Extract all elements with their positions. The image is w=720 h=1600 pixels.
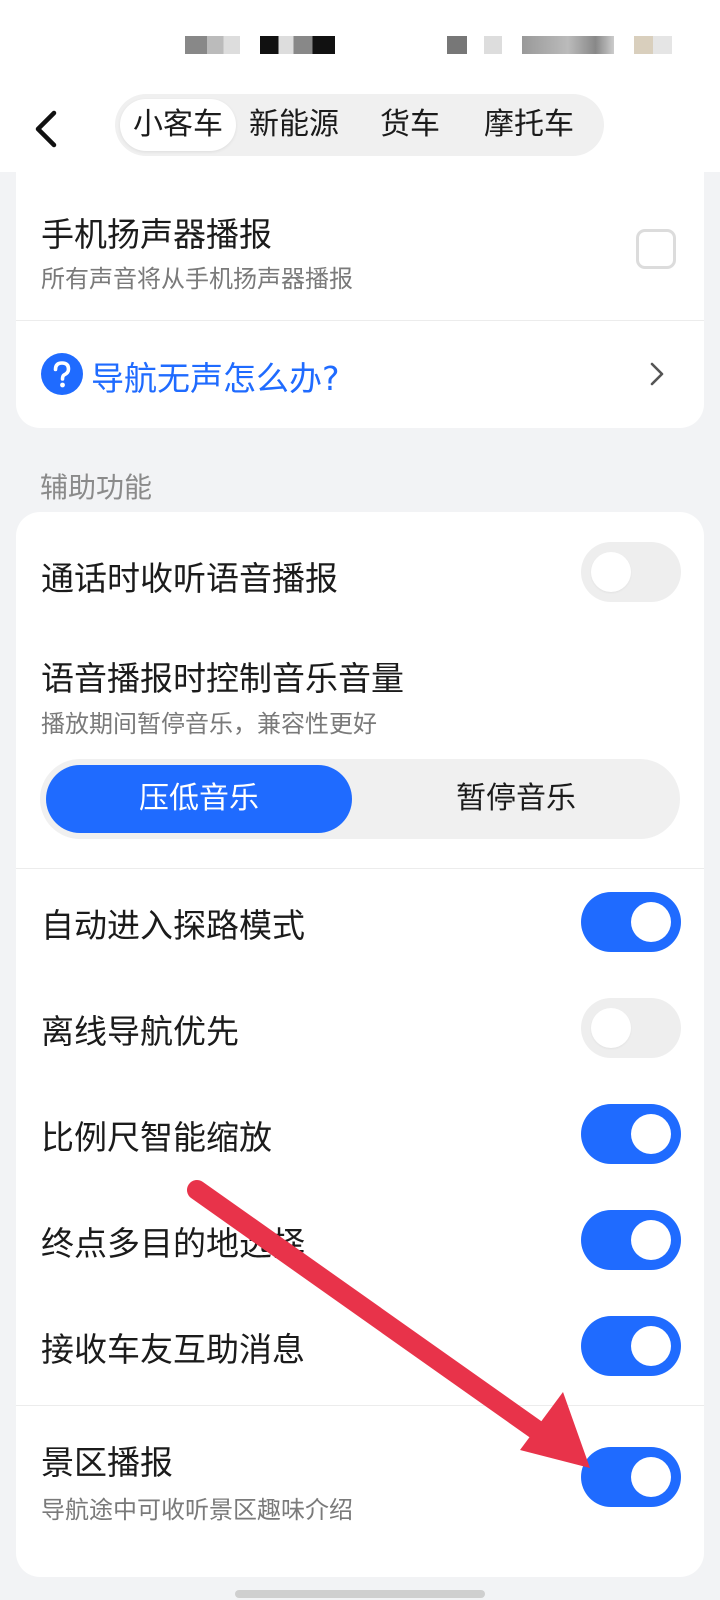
blurred-status-1	[185, 36, 240, 54]
tab-car[interactable]: 小客车	[120, 99, 236, 151]
music-control-title: 语音播报时控制音乐音量	[41, 659, 404, 698]
pause-music-option[interactable]: 暂停音乐	[358, 765, 674, 833]
blurred-status-3	[447, 36, 467, 54]
home-indicator	[235, 1590, 485, 1598]
assist-settings-card: 通话时收听语音播报 语音播报时控制音乐音量 播放期间暂停音乐，兼容性更好 压低音…	[16, 512, 704, 1577]
tab-motorcycle[interactable]: 摩托车	[470, 99, 588, 151]
chevron-left-icon	[35, 110, 57, 148]
offline-nav-title: 离线导航优先	[41, 1012, 239, 1051]
watermark-url: jingyan.baidu.com	[552, 1558, 682, 1574]
blurred-status-4	[484, 36, 502, 54]
toggle-knob	[631, 902, 671, 942]
driver-help-toggle[interactable]	[581, 1316, 681, 1376]
scale-zoom-toggle[interactable]	[581, 1104, 681, 1164]
header: 小客车 新能源 货车 摩托车	[0, 90, 720, 172]
help-row[interactable]: 导航无声怎么办?	[16, 321, 704, 428]
music-mode-segment: 压低音乐 暂停音乐	[40, 759, 680, 839]
blurred-status-6	[634, 36, 672, 54]
toggle-row: 离线导航优先	[16, 975, 704, 1081]
blurred-status-2	[260, 36, 335, 54]
toggle-knob	[591, 1008, 631, 1048]
toggle-knob	[631, 1114, 671, 1154]
lower-music-option[interactable]: 压低音乐	[46, 765, 352, 833]
scenic-toggle[interactable]	[581, 1447, 681, 1507]
scale-zoom-title: 比例尺智能缩放	[41, 1118, 272, 1157]
multi-destination-title: 终点多目的地选择	[41, 1224, 305, 1263]
toggle-row: 自动进入探路模式	[16, 869, 704, 975]
toggle-row: 比例尺智能缩放	[16, 1081, 704, 1187]
toggle-knob	[631, 1220, 671, 1260]
chevron-right-icon	[650, 362, 664, 386]
toggle-knob	[591, 552, 631, 592]
scenic-title: 景区播报	[41, 1443, 173, 1482]
help-link-label: 导航无声怎么办?	[91, 359, 340, 398]
voice-settings-card: 手机扬声器播报 所有声音将从手机扬声器播报 导航无声怎么办?	[16, 172, 704, 428]
multi-destination-toggle[interactable]	[581, 1210, 681, 1270]
toggle-knob	[631, 1457, 671, 1497]
watermark-logo: Bai经验	[545, 1520, 651, 1553]
blurred-status-5	[522, 36, 614, 54]
explore-mode-title: 自动进入探路模式	[41, 906, 305, 945]
toggle-knob	[631, 1326, 671, 1366]
explore-mode-toggle[interactable]	[581, 892, 681, 952]
offline-nav-toggle[interactable]	[581, 998, 681, 1058]
call-listen-toggle[interactable]	[581, 542, 681, 602]
status-bar	[0, 0, 720, 90]
music-control-subtitle: 播放期间暂停音乐，兼容性更好	[41, 710, 377, 738]
tab-new-energy[interactable]: 新能源	[239, 99, 349, 151]
back-button[interactable]	[22, 104, 72, 154]
question-circle-icon	[41, 353, 83, 395]
speaker-row[interactable]: 手机扬声器播报 所有声音将从手机扬声器播报	[16, 172, 704, 320]
section-title-assist: 辅助功能	[40, 471, 153, 504]
toggle-row: 终点多目的地选择	[16, 1187, 704, 1293]
speaker-title: 手机扬声器播报	[41, 215, 272, 254]
driver-help-title: 接收车友互助消息	[41, 1330, 305, 1369]
music-control-row: 语音播报时控制音乐音量 播放期间暂停音乐，兼容性更好 压低音乐 暂停音乐	[16, 632, 704, 868]
speaker-checkbox[interactable]	[636, 229, 676, 269]
speaker-subtitle: 所有声音将从手机扬声器播报	[41, 265, 353, 293]
call-listen-title: 通话时收听语音播报	[41, 559, 338, 598]
vehicle-type-tabs: 小客车 新能源 货车 摩托车	[115, 94, 604, 156]
call-listen-row: 通话时收听语音播报	[16, 512, 704, 632]
toggle-row: 接收车友互助消息	[16, 1293, 704, 1399]
tab-truck[interactable]: 货车	[365, 99, 455, 151]
scenic-subtitle: 导航途中可收听景区趣味介绍	[41, 1496, 353, 1524]
